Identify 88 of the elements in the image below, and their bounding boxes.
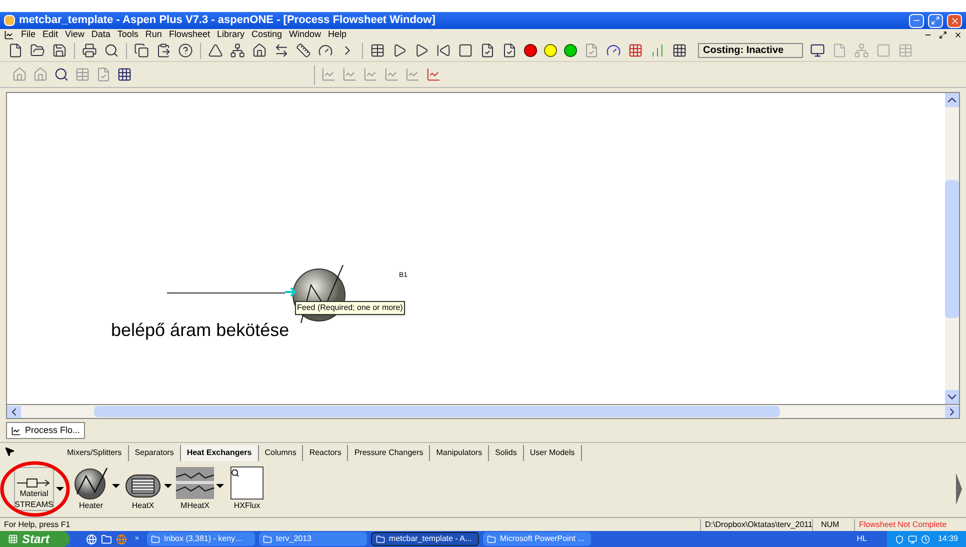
folder-icon[interactable] bbox=[101, 534, 112, 544]
restore-icon[interactable] bbox=[931, 16, 940, 25]
table-icon[interactable] bbox=[370, 43, 385, 58]
close-icon[interactable] bbox=[950, 16, 960, 26]
scroll-left-icon[interactable] bbox=[7, 406, 21, 418]
dropdown-caret-icon[interactable] bbox=[216, 484, 224, 488]
annotation-text: belépő áram bekötése bbox=[111, 319, 290, 342]
status-help: For Help, press F1 bbox=[3, 518, 72, 530]
scroll-thumb[interactable] bbox=[945, 180, 959, 318]
table-icon[interactable] bbox=[672, 43, 687, 58]
dropdown-caret-icon[interactable] bbox=[112, 484, 120, 488]
start-button[interactable]: Start bbox=[0, 531, 70, 547]
status-light-icon[interactable] bbox=[544, 44, 557, 57]
rewind-icon[interactable] bbox=[436, 43, 451, 58]
doc-close-icon[interactable] bbox=[954, 30, 962, 38]
gauge-icon[interactable] bbox=[606, 43, 621, 58]
menu-item[interactable]: Data bbox=[91, 28, 110, 42]
menu-item[interactable]: File bbox=[21, 28, 36, 42]
clock: 14:39 bbox=[938, 533, 958, 545]
minimize-button[interactable] bbox=[909, 14, 924, 28]
dropdown-caret-icon[interactable] bbox=[56, 487, 64, 491]
taskbar-button[interactable]: terv_2013 bbox=[258, 532, 367, 546]
restore-button[interactable] bbox=[928, 14, 943, 28]
port-tooltip: Feed (Required; one or more) bbox=[295, 301, 405, 315]
taskbar-button[interactable]: metcbar_template - A... bbox=[370, 532, 479, 546]
clock-icon[interactable] bbox=[920, 534, 930, 544]
shield-icon[interactable] bbox=[894, 534, 904, 544]
plot-icon[interactable] bbox=[426, 67, 441, 82]
copy-icon[interactable] bbox=[134, 43, 149, 58]
scroll-right-icon[interactable] bbox=[945, 406, 959, 418]
select-pointer-icon[interactable] bbox=[4, 446, 15, 457]
grid-icon[interactable] bbox=[117, 67, 132, 82]
material-streams-button[interactable]: Material STREAMS bbox=[14, 467, 54, 511]
open-folder-icon[interactable] bbox=[30, 43, 45, 58]
print-preview-icon[interactable] bbox=[104, 43, 119, 58]
scroll-down-icon[interactable] bbox=[945, 390, 959, 404]
palette-tab[interactable]: Heat Exchangers bbox=[180, 445, 259, 461]
browser-icon[interactable] bbox=[86, 534, 97, 544]
stream-arrow-icon bbox=[17, 478, 51, 488]
flowsheet-icon bbox=[11, 426, 21, 436]
monitor-icon[interactable] bbox=[810, 43, 825, 58]
step-icon[interactable] bbox=[414, 43, 429, 58]
scroll-up-icon[interactable] bbox=[945, 93, 959, 107]
dropdown-caret-icon[interactable] bbox=[164, 484, 172, 488]
model-button[interactable]: HeatX bbox=[122, 466, 164, 512]
menu-item[interactable]: Tools bbox=[117, 28, 138, 42]
vertical-scrollbar[interactable] bbox=[945, 93, 959, 404]
menu-item[interactable]: Edit bbox=[42, 28, 58, 42]
status-light-icon[interactable] bbox=[564, 44, 577, 57]
status-light-icon[interactable] bbox=[524, 44, 537, 57]
document-tab[interactable]: Process Flo... bbox=[6, 422, 86, 439]
close-button[interactable] bbox=[947, 14, 962, 28]
menu-item[interactable]: Run bbox=[145, 28, 162, 42]
sphere-heater-icon[interactable] bbox=[73, 466, 109, 500]
window-title: metcbar_template - Aspen Plus V7.3 - aspenONE - [Process Flowsheet Window] bbox=[19, 13, 436, 28]
folder-icon bbox=[376, 534, 385, 544]
folder-icon bbox=[486, 534, 496, 544]
model-button[interactable]: MHeatX bbox=[174, 466, 216, 512]
stop-icon[interactable] bbox=[458, 43, 473, 58]
palette-scroll-icon[interactable] bbox=[956, 473, 962, 505]
folder-icon bbox=[150, 534, 160, 544]
menu-item[interactable]: View bbox=[65, 28, 84, 42]
doc-restore-icon[interactable] bbox=[939, 30, 947, 38]
folder-icon bbox=[262, 534, 272, 544]
highlight-circle-drawing bbox=[0, 461, 70, 517]
horizontal-scrollbar[interactable] bbox=[6, 405, 960, 419]
menu-item[interactable]: Help bbox=[328, 28, 347, 42]
model-button[interactable]: Heater bbox=[70, 466, 112, 512]
new-file-icon[interactable] bbox=[8, 43, 23, 58]
flux-exchanger-icon[interactable] bbox=[229, 466, 265, 500]
run-icon[interactable] bbox=[392, 43, 407, 58]
costing-status: Costing: Inactive bbox=[698, 43, 803, 58]
model-button[interactable]: HXFlux bbox=[226, 466, 268, 512]
language-indicator: HL bbox=[856, 533, 867, 545]
paste-icon[interactable] bbox=[156, 43, 171, 58]
help-icon[interactable] bbox=[178, 43, 193, 58]
zoom-icon[interactable] bbox=[54, 67, 69, 82]
multistream-exchanger-icon[interactable] bbox=[175, 466, 215, 500]
app-icon bbox=[4, 15, 15, 26]
menu-item[interactable]: Window bbox=[289, 28, 322, 42]
scroll-thumb[interactable] bbox=[94, 406, 780, 417]
printer-icon[interactable] bbox=[82, 43, 97, 58]
taskbar-button[interactable]: Inbox (3,381) - keny… bbox=[146, 532, 255, 546]
save-icon[interactable] bbox=[52, 43, 67, 58]
taskbar-button[interactable]: Microsoft PowerPoint ... bbox=[482, 532, 591, 546]
menu-item[interactable]: Library bbox=[216, 28, 244, 42]
menu-item[interactable]: Costing bbox=[251, 28, 282, 42]
menu-item[interactable]: Flowsheet bbox=[168, 28, 210, 42]
